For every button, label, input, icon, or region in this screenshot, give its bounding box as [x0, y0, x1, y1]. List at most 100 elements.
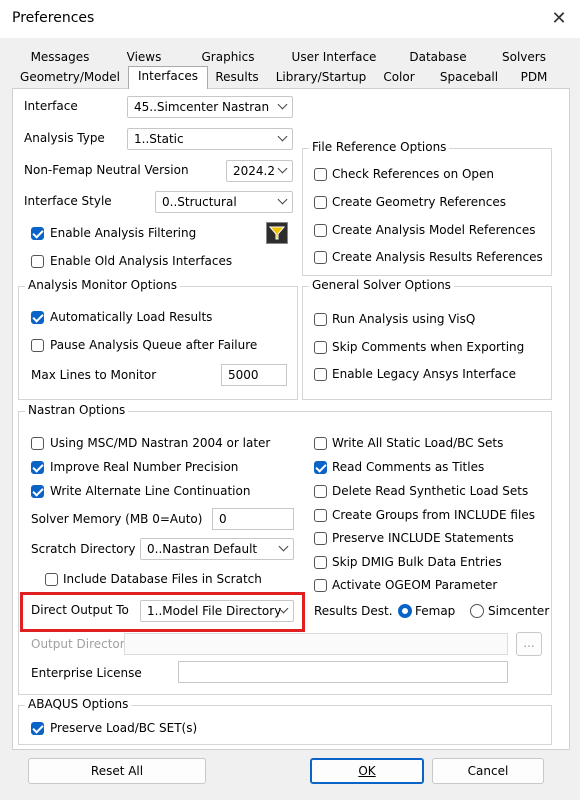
tab-spaceball[interactable]: Spaceball [430, 68, 508, 86]
chevron-down-icon [277, 194, 288, 205]
preserve-load-bc-checkbox[interactable] [31, 722, 44, 735]
skip-dmig-label: Skip DMIG Bulk Data Entries [332, 555, 502, 569]
tab-pdm[interactable]: PDM [514, 68, 554, 86]
abaqus-options-title: ABAQUS Options [25, 697, 132, 711]
max-lines-input[interactable]: 5000 [221, 364, 287, 386]
tab-solvers[interactable]: Solvers [496, 48, 552, 66]
include-db-scratch-label: Include Database Files in Scratch [63, 572, 262, 586]
filter-icon[interactable] [266, 222, 288, 244]
create-analysis-model-references-checkbox[interactable] [314, 224, 327, 237]
delete-synthetic-checkbox[interactable] [314, 485, 327, 498]
tab-database[interactable]: Database [406, 48, 470, 66]
results-dest-label: Results Dest. [314, 604, 393, 618]
interface-value: 45..Simcenter Nastran [134, 100, 270, 114]
scratch-directory-select[interactable]: 0..Nastran Default [140, 538, 294, 560]
auto-load-results-label: Automatically Load Results [50, 310, 213, 324]
msc2004-label: Using MSC/MD Nastran 2004 or later [50, 436, 271, 450]
interface-select[interactable]: 45..Simcenter Nastran [127, 96, 293, 118]
tab-graphics[interactable]: Graphics [196, 48, 260, 66]
direct-output-value: 1..Model File Directory [147, 604, 282, 618]
analysis-type-select[interactable]: 1..Static [127, 128, 293, 150]
write-all-static-checkbox[interactable] [314, 437, 327, 450]
run-visq-checkbox[interactable] [314, 313, 327, 326]
interface-style-value: 0..Structural [162, 195, 237, 209]
enable-analysis-filtering-checkbox[interactable] [31, 227, 44, 240]
reset-all-button[interactable]: Reset All [28, 758, 206, 784]
run-visq-label: Run Analysis using VisQ [332, 312, 476, 326]
preserve-include-label: Preserve INCLUDE Statements [332, 531, 514, 545]
pause-queue-label: Pause Analysis Queue after Failure [50, 338, 258, 352]
create-analysis-results-references-checkbox[interactable] [314, 251, 327, 264]
create-analysis-results-references-label: Create Analysis Results References [332, 250, 543, 264]
chevron-down-icon [278, 541, 289, 552]
interface-style-select[interactable]: 0..Structural [155, 191, 293, 213]
enterprise-license-input[interactable] [178, 661, 508, 683]
msc2004-checkbox[interactable] [31, 437, 44, 450]
file-reference-options-title: File Reference Options [309, 140, 450, 154]
analysis-type-value: 1..Static [134, 132, 184, 146]
tab-geometry-model[interactable]: Geometry/Model [18, 68, 122, 86]
skip-comments-checkbox[interactable] [314, 341, 327, 354]
legacy-ansys-checkbox[interactable] [314, 368, 327, 381]
output-directory-input[interactable] [124, 633, 508, 655]
activate-ogeom-checkbox[interactable] [314, 579, 327, 592]
nonfemap-version-select[interactable]: 2024.2 [226, 160, 293, 182]
skip-dmig-checkbox[interactable] [314, 556, 327, 569]
alt-line-label: Write Alternate Line Continuation [50, 484, 251, 498]
direct-output-select[interactable]: 1..Model File Directory [140, 600, 294, 622]
enable-analysis-filtering-label: Enable Analysis Filtering [50, 226, 197, 240]
tab-user-interface[interactable]: User Interface [286, 48, 382, 66]
tab-color[interactable]: Color [378, 68, 420, 86]
delete-synthetic-label: Delete Read Synthetic Load Sets [332, 484, 529, 498]
enable-old-interfaces-label: Enable Old Analysis Interfaces [50, 254, 233, 268]
interface-label: Interface [24, 99, 78, 113]
solver-memory-value: 0 [219, 512, 227, 526]
create-groups-checkbox[interactable] [314, 509, 327, 522]
preserve-load-bc-label: Preserve Load/BC SET(s) [50, 721, 198, 735]
nonfemap-version-value: 2024.2 [233, 164, 275, 178]
improve-real-checkbox[interactable] [31, 461, 44, 474]
skip-comments-label: Skip Comments when Exporting [332, 340, 525, 354]
interface-style-label: Interface Style [24, 194, 112, 208]
nonfemap-version-label: Non-Femap Neutral Version [24, 163, 189, 177]
alt-line-checkbox[interactable] [31, 485, 44, 498]
tab-interfaces[interactable]: Interfaces [128, 66, 208, 89]
write-all-static-label: Write All Static Load/BC Sets [332, 436, 504, 450]
create-analysis-model-references-label: Create Analysis Model References [332, 223, 536, 237]
tab-results[interactable]: Results [210, 68, 264, 86]
chevron-down-icon [277, 131, 288, 142]
scratch-directory-value: 0..Nastran Default [147, 542, 258, 556]
improve-real-label: Improve Real Number Precision [50, 460, 239, 474]
results-dest-femap-label: Femap [415, 604, 456, 618]
results-dest-femap-radio[interactable] [398, 604, 412, 618]
ok-button[interactable]: OK [310, 758, 424, 784]
analysis-monitor-options-title: Analysis Monitor Options [25, 278, 180, 292]
chevron-down-icon [277, 163, 288, 174]
solver-memory-input[interactable]: 0 [212, 508, 294, 530]
cancel-button[interactable]: Cancel [432, 758, 544, 784]
tab-views[interactable]: Views [118, 48, 170, 66]
check-references-checkbox[interactable] [314, 168, 327, 181]
enable-old-interfaces-checkbox[interactable] [31, 255, 44, 268]
nastran-options-title: Nastran Options [25, 403, 129, 417]
results-dest-simcenter-radio[interactable] [470, 604, 484, 618]
close-icon[interactable]: ✕ [548, 8, 570, 30]
check-references-label: Check References on Open [332, 167, 495, 181]
create-geometry-references-label: Create Geometry References [332, 195, 507, 209]
tab-library-startup[interactable]: Library/Startup [272, 68, 370, 86]
max-lines-label: Max Lines to Monitor [31, 368, 157, 382]
preserve-include-checkbox[interactable] [314, 532, 327, 545]
activate-ogeom-label: Activate OGEOM Parameter [332, 578, 498, 592]
window-title: Preferences [12, 10, 95, 26]
include-db-scratch-checkbox[interactable] [45, 573, 58, 586]
create-geometry-references-checkbox[interactable] [314, 196, 327, 209]
pause-queue-checkbox[interactable] [31, 339, 44, 352]
browse-output-directory-button[interactable]: ... [516, 632, 542, 656]
direct-output-label: Direct Output To [31, 603, 129, 617]
scratch-directory-label: Scratch Directory [31, 542, 136, 556]
create-groups-label: Create Groups from INCLUDE files [332, 508, 535, 522]
analysis-type-label: Analysis Type [24, 131, 105, 145]
auto-load-results-checkbox[interactable] [31, 311, 44, 324]
read-comments-checkbox[interactable] [314, 461, 327, 474]
tab-messages[interactable]: Messages [28, 48, 92, 66]
